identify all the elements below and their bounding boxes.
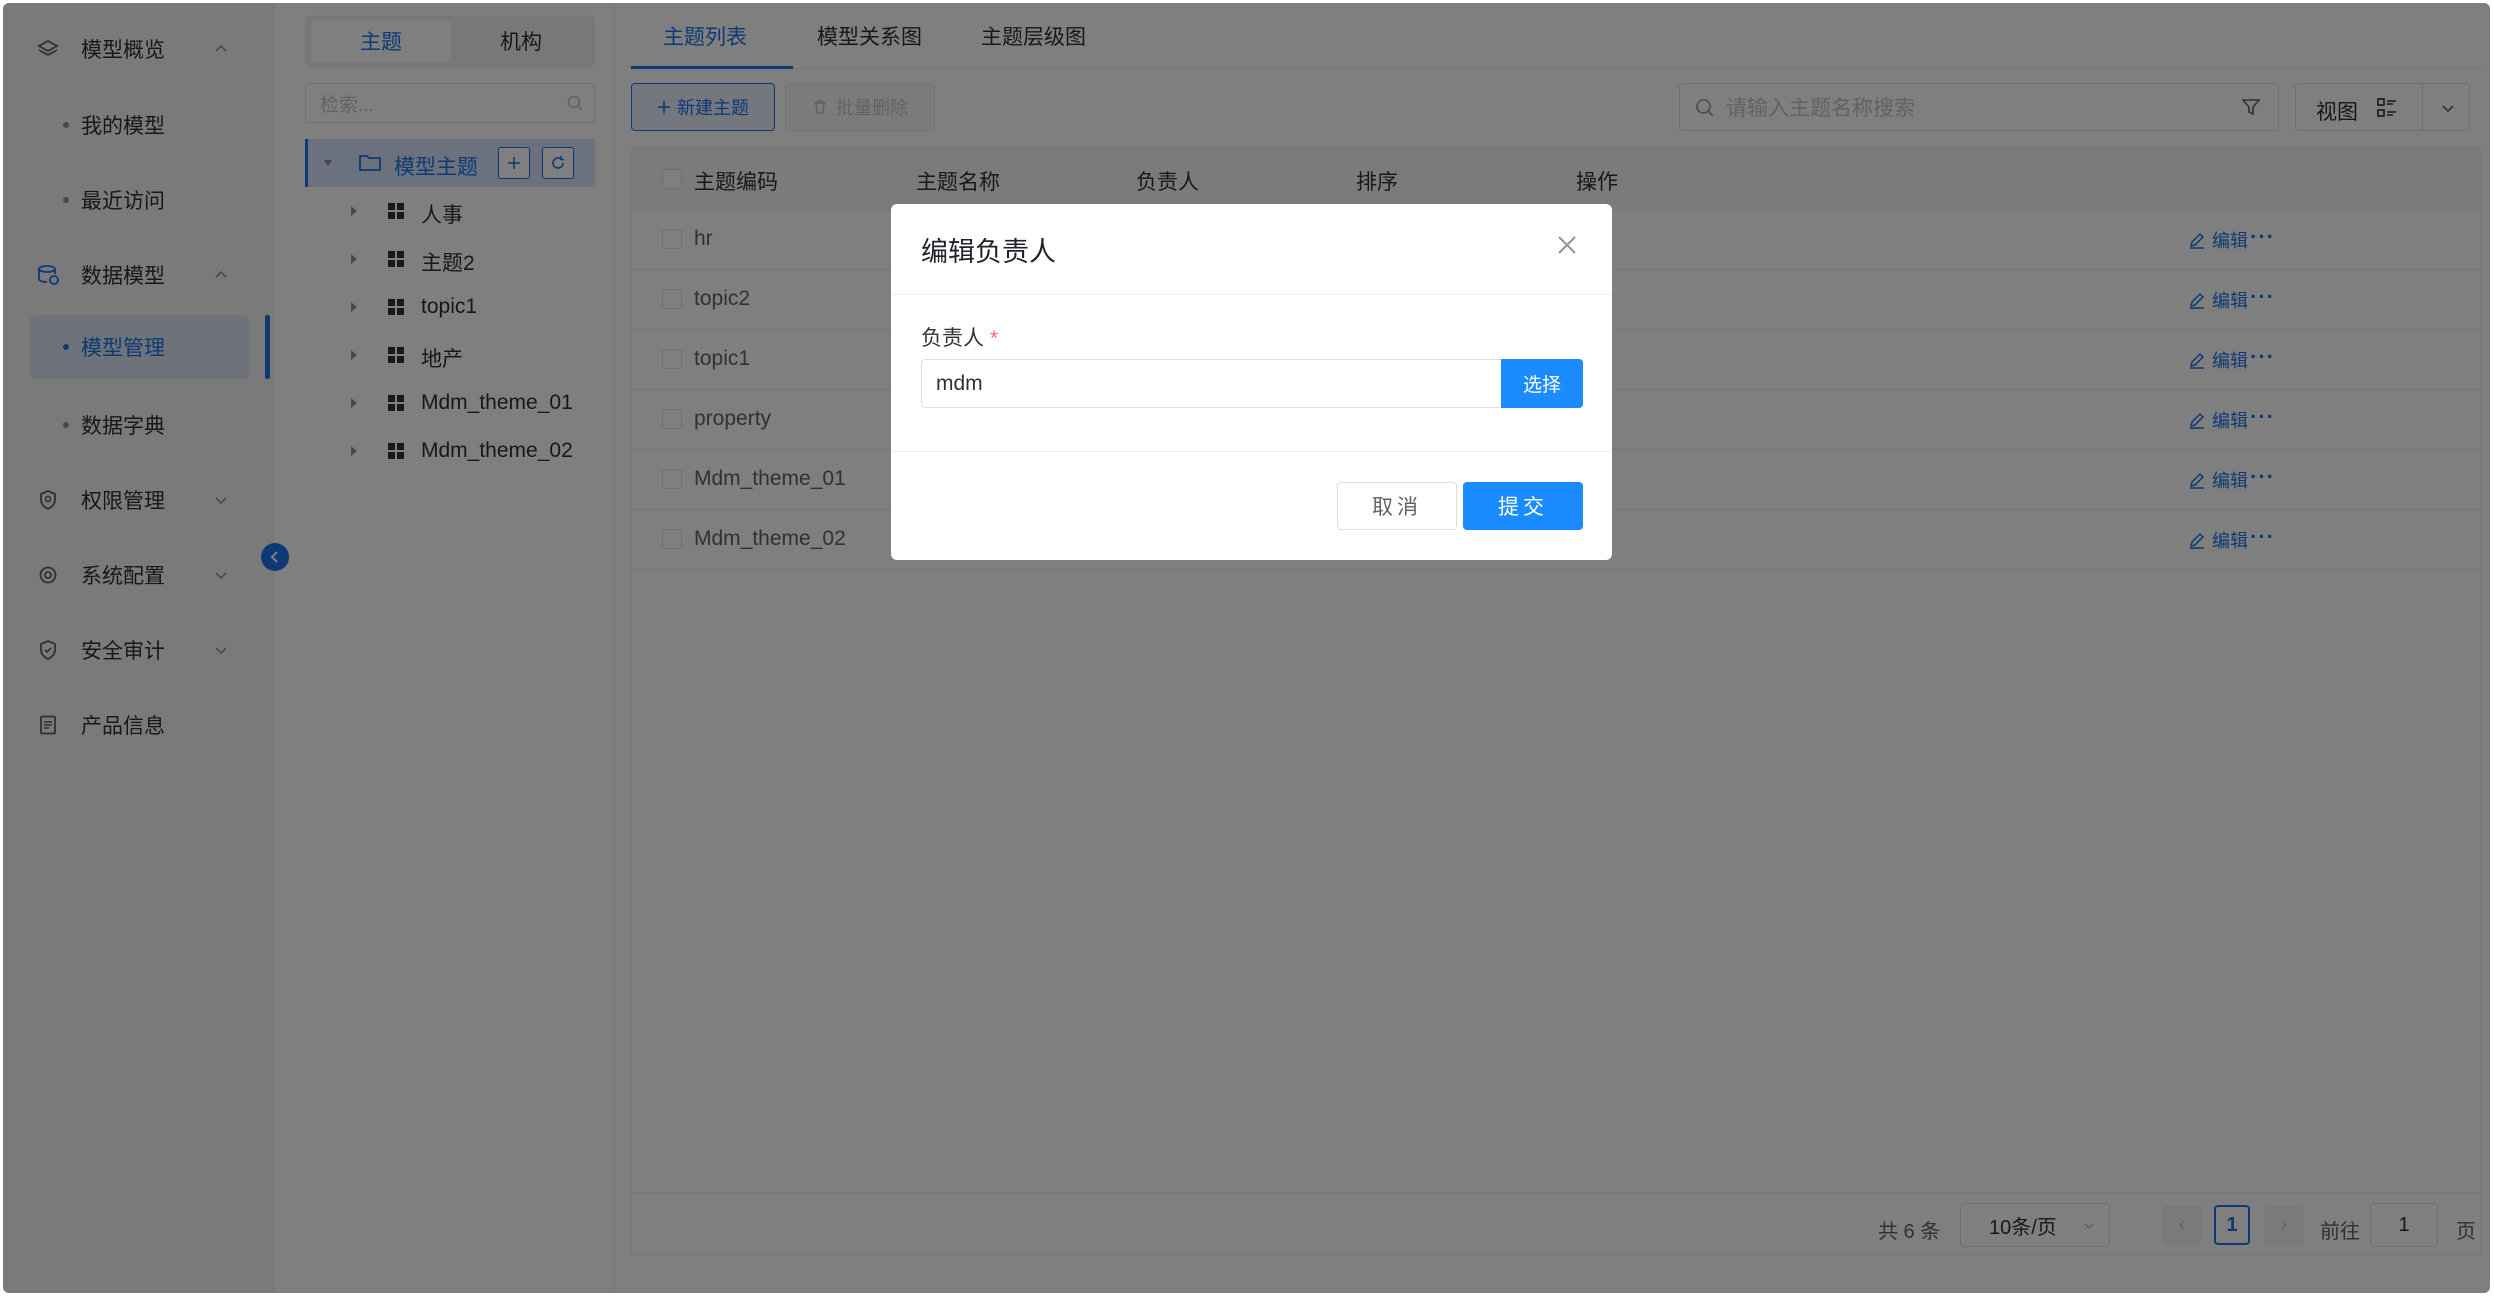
dialog-footer-divider <box>891 451 1612 452</box>
owner-label-text: 负责人 <box>921 327 984 350</box>
cancel-button[interactable]: 取消 <box>1337 482 1457 530</box>
select-owner-button[interactable]: 选择 <box>1501 359 1583 408</box>
edit-owner-dialog: 编辑负责人 负责人 * mdm 选择 取消 提交 <box>891 204 1612 560</box>
app-window: 模型概览 我的模型 最近访问 数据模型 模型管理 数据字典 <box>3 3 2490 1293</box>
owner-input[interactable]: mdm <box>921 359 1501 408</box>
required-mark: * <box>990 327 999 350</box>
owner-input-value: mdm <box>936 371 983 395</box>
modal-overlay[interactable] <box>3 3 2490 1293</box>
submit-button[interactable]: 提交 <box>1463 482 1583 530</box>
owner-field-label: 负责人 * <box>921 322 998 352</box>
dialog-title: 编辑负责人 <box>921 237 1056 267</box>
dialog-header-divider <box>891 294 1612 295</box>
close-icon[interactable] <box>1554 232 1580 258</box>
